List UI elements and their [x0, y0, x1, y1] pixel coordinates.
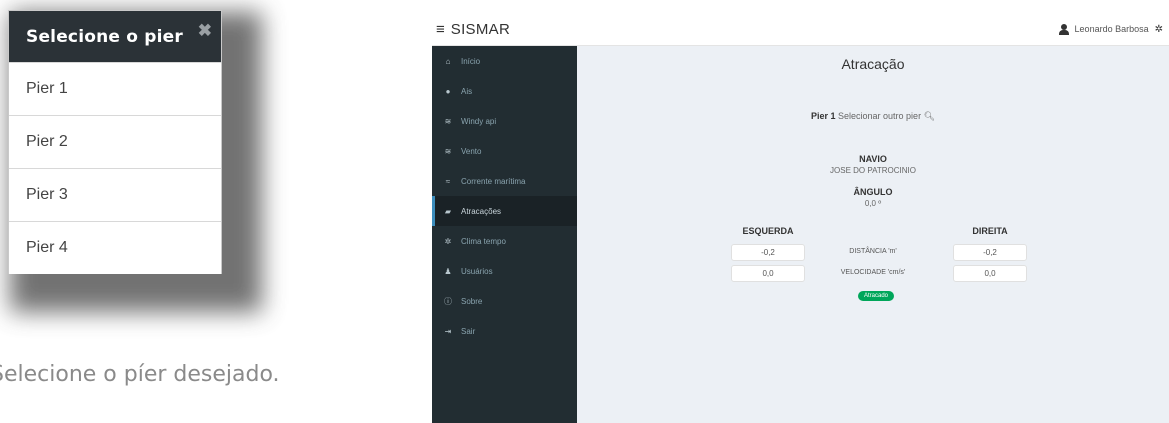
navio-label: NAVIO [859, 154, 887, 164]
velocidade-label: VELOCIDADE 'cm/s' [840, 269, 906, 276]
info-icon: ⓘ [444, 296, 452, 306]
sidebar-item-label: Atracações [461, 206, 502, 216]
sun-icon: ✲ [444, 236, 452, 246]
sidebar-item-label: Usuários [461, 266, 493, 276]
hamburger-menu-icon[interactable]: ≡ [436, 21, 445, 38]
direita-distancia-field[interactable]: -0,2 [953, 244, 1027, 261]
sidebar-item-windy-api[interactable]: ≋ Windy api [432, 106, 577, 136]
wind-icon: ≋ [444, 116, 452, 126]
pier-option-4[interactable]: Pier 4 [9, 221, 221, 274]
sidebar-item-label: Início [461, 56, 481, 66]
app-title: SISMAR [450, 20, 511, 38]
sidebar-item-clima-tempo[interactable]: ✲ Clima tempo [432, 226, 577, 256]
status-badge: Atracado [858, 291, 895, 301]
angulo-label: ÂNGULO [853, 187, 893, 197]
sidebar-item-corrente-maritima[interactable]: ≈ Corrente marítima [432, 166, 577, 196]
wave-icon: ≈ [445, 176, 451, 186]
sidebar-item-label: Clima tempo [461, 236, 506, 246]
sidebar-item-sobre[interactable]: ⓘ Sobre [432, 286, 577, 316]
main-content: Atracação Pier 1 Selecionar outro pier 🔍… [577, 46, 1169, 423]
page-title: Atracação [841, 56, 905, 72]
user-name[interactable]: Leonardo Barbosa [1075, 24, 1149, 34]
pier-option-2[interactable]: Pier 2 [9, 115, 221, 168]
pier-option-3[interactable]: Pier 3 [9, 168, 221, 221]
sidebar-item-usuarios[interactable]: ♟ Usuários [432, 256, 577, 286]
close-icon[interactable]: ✖ [198, 21, 212, 41]
direita-velocidade-field[interactable]: 0,0 [953, 265, 1027, 282]
sidebar-item-vento[interactable]: ≋ Vento [432, 136, 577, 166]
sidebar-item-label: Windy api [461, 116, 497, 126]
current-pier: Pier 1 [810, 111, 836, 121]
select-other-pier-link[interactable]: Selecionar outro pier [838, 111, 921, 121]
app-screenshot: ≡ SISMAR Leonardo Barbosa ✲ ⌂ Início ● Ais… [432, 13, 1169, 423]
gear-icon[interactable]: ✲ [1155, 24, 1163, 35]
wind-icon: ≋ [444, 146, 452, 156]
sidebar-item-sair[interactable]: ⇥ Sair [432, 316, 577, 346]
modal-title: Selecione o pier [26, 26, 183, 47]
pier-select-modal: Selecione o pier ✖ Pier 1 Pier 2 Pier 3 … [8, 10, 222, 274]
modal-header: Selecione o pier ✖ [9, 11, 221, 62]
sidebar-item-atracacoes[interactable]: ▰ Atracações [432, 196, 577, 226]
brand: ≡ SISMAR [436, 21, 510, 38]
navio-value: JOSE DO PATROCINIO [830, 166, 916, 175]
sidebar-item-label: Corrente marítima [461, 176, 526, 186]
user-menu[interactable]: Leonardo Barbosa ✲ [1058, 23, 1163, 35]
caption: Selecione o píer desejado. [0, 362, 280, 387]
sidebar-item-label: Sobre [461, 296, 483, 306]
top-navbar: ≡ SISMAR Leonardo Barbosa ✲ [432, 13, 1169, 46]
distancia-label: DISTÂNCIA 'm' [849, 248, 897, 255]
sidebar-item-ais[interactable]: ● Ais [432, 76, 577, 106]
home-icon: ⌂ [445, 56, 451, 66]
angulo-value: 0,0 º [864, 199, 882, 208]
sidebar-item-inicio[interactable]: ⌂ Início [432, 46, 577, 76]
users-icon: ♟ [444, 266, 452, 276]
user-icon [1058, 23, 1069, 35]
sidebar-item-label: Sair [461, 326, 476, 336]
pier-option-1[interactable]: Pier 1 [9, 62, 221, 115]
sidebar: ⌂ Início ● Ais ≋ Windy api ≋ Vento ≈ Corrente… [432, 46, 577, 423]
sidebar-item-label: Ais [461, 86, 473, 96]
sign-out-icon: ⇥ [444, 326, 452, 336]
sidebar-item-label: Vento [461, 146, 482, 156]
direita-header: DIREITA [972, 226, 1008, 236]
search-icon[interactable]: 🔍︎ [924, 111, 935, 121]
ship-icon: ▰ [444, 206, 452, 216]
map-marker-icon: ● [445, 86, 451, 96]
pier-selector: Pier 1 Selecionar outro pier 🔍︎ [577, 111, 1169, 122]
esquerda-header: ESQUERDA [742, 226, 794, 236]
